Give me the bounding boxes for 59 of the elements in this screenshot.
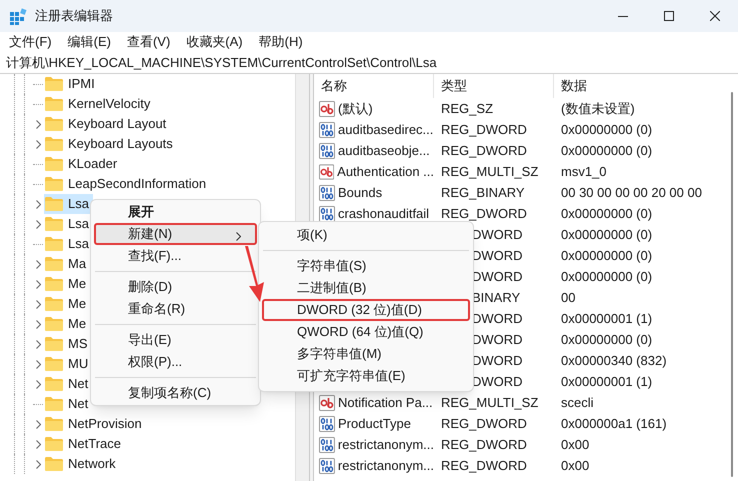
window-title: 注册表编辑器: [35, 7, 113, 26]
value-data: (数值未设置): [561, 100, 635, 116]
tree-label: Network: [68, 455, 116, 474]
tree-label: Keyboard Layout: [68, 115, 166, 134]
tree-label: NetTrace: [68, 435, 121, 454]
value-type: REG_DWORD: [441, 436, 527, 452]
value-data: 0x00000000 (0): [561, 122, 652, 137]
tree-label: Lsa: [68, 195, 89, 214]
value-type: REG_MULTI_SZ: [441, 394, 538, 410]
value-data: 0x00000000 (0): [561, 248, 652, 263]
tree-label: Keyboard Layouts: [68, 135, 173, 154]
tree-label: NetProvision: [68, 415, 142, 434]
value-name: ProductType: [338, 414, 411, 433]
value-data: msv1_0: [561, 164, 607, 179]
tree-label: LeapSecondInformation: [68, 175, 206, 194]
value-type: REG_MULTI_SZ: [441, 164, 538, 179]
value-name: crashonauditfail: [338, 204, 430, 223]
tree-label: KernelVelocity: [68, 95, 150, 114]
tree-label: Net: [68, 395, 88, 414]
value-data: 0x00: [561, 458, 590, 473]
value-data: 0x00: [561, 436, 590, 452]
value-type: REG_SZ: [441, 100, 494, 116]
value-name: restrictanonym...: [338, 436, 434, 454]
value-data: 0x00000000 (0): [561, 268, 652, 284]
value-data: 0x00000340 (832): [561, 352, 667, 368]
value-type: REG_DWORD: [441, 416, 527, 431]
value-data: 0x00000000 (0): [561, 226, 652, 242]
value-type: REG_BINARY: [441, 184, 525, 200]
value-type: REG_DWORD: [441, 122, 527, 137]
value-name: Authentication ...: [337, 162, 434, 181]
value-data: 0x00000000 (0): [561, 142, 652, 158]
tree-label: Ma: [68, 255, 86, 274]
tree-label: IPMI: [68, 75, 95, 94]
value-type: REG_DWORD: [441, 142, 527, 158]
value-name: auditbasedirec...: [338, 120, 434, 139]
value-data: scecli: [561, 394, 594, 410]
tree-label: Me: [68, 295, 86, 314]
tree-label: Lsa: [68, 215, 89, 234]
value-data: 0x00000001 (1): [561, 310, 652, 326]
value-data: 0x00000000 (0): [561, 206, 652, 221]
value-data: 0x00000000 (0): [561, 332, 652, 347]
tree-label: Me: [68, 315, 86, 334]
value-data: 00: [561, 290, 576, 305]
value-name: (默认): [338, 100, 373, 118]
value-data: 00 30 00 00 00 20 00 00: [561, 184, 702, 200]
tree-label: Lsa: [68, 235, 89, 254]
value-name: Notification Pa...: [338, 394, 433, 412]
tree-label: MS: [68, 335, 88, 354]
tree-label: Me: [68, 275, 86, 294]
tree-label: Net: [68, 375, 88, 394]
value-type: REG_DWORD: [441, 458, 527, 473]
value-data: 0x000000a1 (161): [561, 416, 667, 431]
tree-label: MU: [68, 355, 88, 374]
value-name: restrictanonym...: [338, 456, 434, 475]
value-type: REG_DWORD: [441, 206, 527, 221]
tree-label: KLoader: [68, 155, 118, 174]
value-name: Bounds: [338, 184, 382, 202]
value-data: 0x00000001 (1): [561, 374, 652, 389]
value-name: auditbaseobje...: [338, 142, 430, 160]
